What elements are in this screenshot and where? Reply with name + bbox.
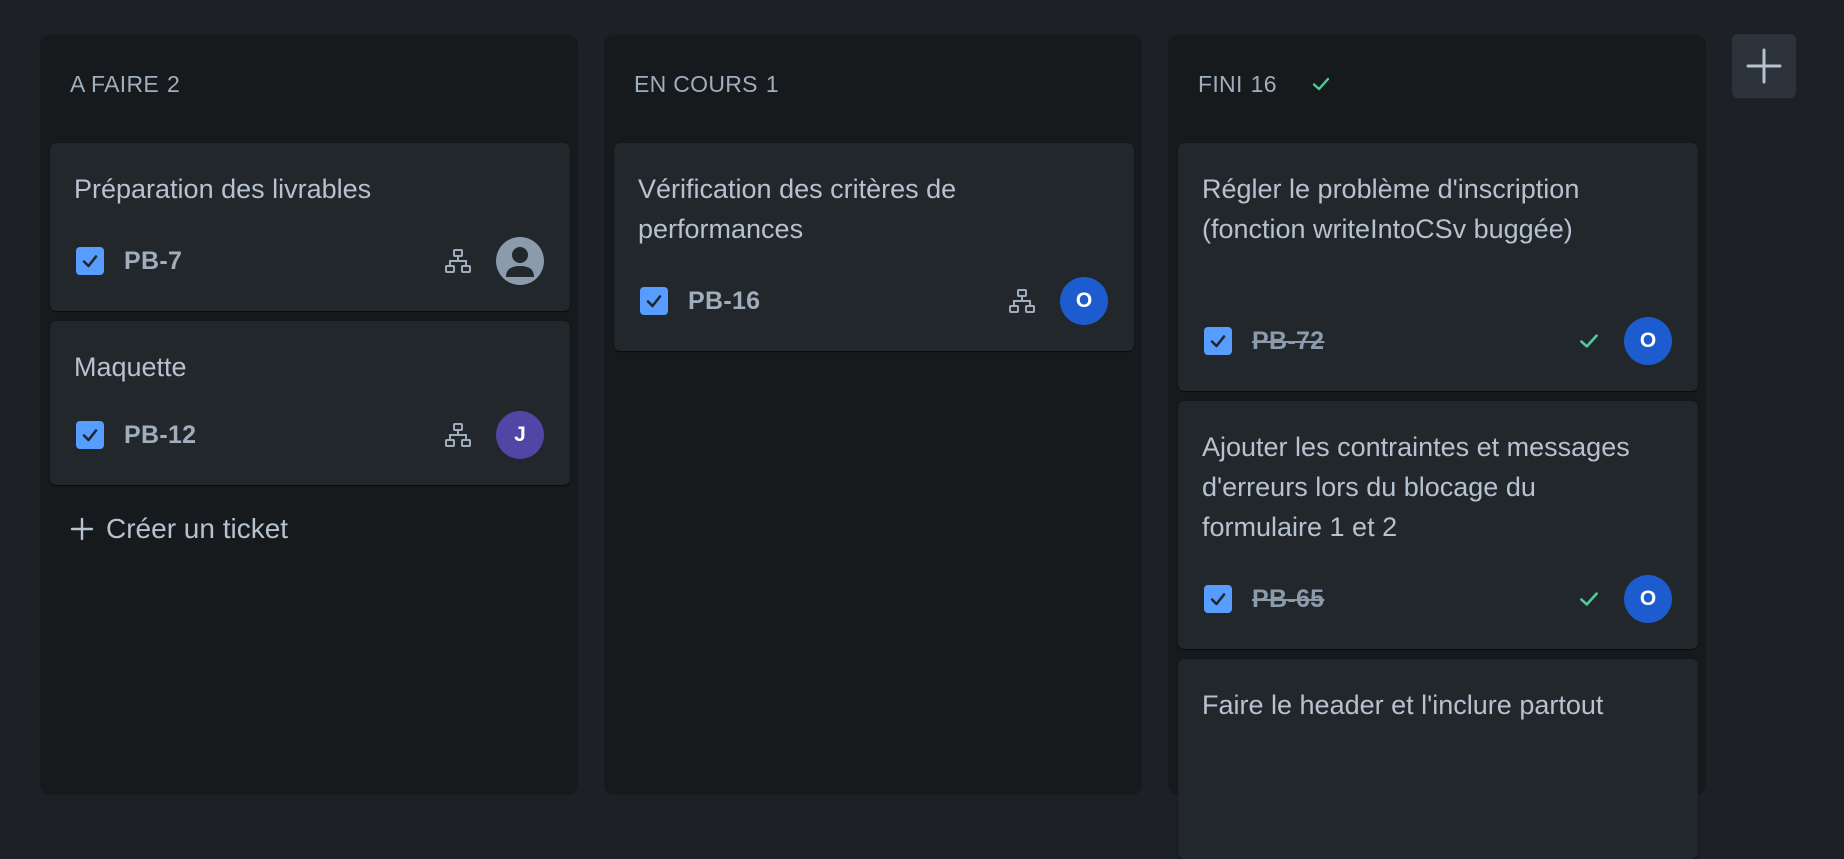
hierarchy-icon: [445, 249, 471, 273]
card-title: Faire le header et l'inclure partout: [1202, 690, 1604, 720]
column-done: FINI 16 Régler le problème d'inscription…: [1168, 35, 1706, 859]
board: A FAIRE 2 Préparation des livrables PB-7: [0, 0, 1844, 859]
card-footer: PB-7: [76, 237, 544, 285]
plus-icon: [70, 517, 94, 541]
card-pb-16[interactable]: Vérification des critères de performance…: [614, 143, 1134, 351]
card-title: Maquette: [74, 352, 187, 382]
create-ticket-label: Créer un ticket: [106, 513, 289, 544]
card-pb-72[interactable]: Régler le problème d'inscription (foncti…: [1178, 143, 1698, 391]
card-pb-65[interactable]: Ajouter les contraintes et messages d'er…: [1178, 401, 1698, 649]
column-in-progress: EN COURS 1 Vérification des critères de …: [604, 35, 1142, 795]
checkbox-checked-icon: [76, 247, 104, 275]
avatar[interactable]: O: [1624, 575, 1672, 623]
card-title: Vérification des critères de performance…: [638, 174, 957, 244]
plus-icon: [1746, 48, 1782, 84]
hierarchy-icon: [445, 423, 471, 447]
hierarchy-icon: [1009, 289, 1035, 313]
card-footer: PB-65 O: [1204, 575, 1672, 623]
column-count: 16: [1250, 70, 1277, 97]
create-ticket-button[interactable]: Créer un ticket: [68, 513, 288, 545]
card-footer: PB-16 O: [640, 277, 1108, 325]
ticket-key[interactable]: PB-65: [1252, 585, 1324, 614]
check-icon: [1580, 334, 1598, 348]
column-todo: A FAIRE 2 Préparation des livrables PB-7: [40, 35, 578, 795]
checkbox-checked-icon: [1204, 327, 1232, 355]
checkbox-checked-icon: [1204, 585, 1232, 613]
column-count: 1: [765, 70, 779, 97]
avatar[interactable]: O: [1624, 317, 1672, 365]
column-header-done: FINI 16: [1198, 69, 1333, 99]
avatar[interactable]: [496, 237, 544, 285]
card-title: Ajouter les contraintes et messages d'er…: [1202, 432, 1630, 542]
ticket-key[interactable]: PB-16: [688, 287, 760, 316]
card-pb-12[interactable]: Maquette PB-12 J: [50, 321, 570, 485]
checkbox-checked-icon: [640, 287, 668, 315]
column-count: 2: [167, 70, 181, 97]
avatar[interactable]: O: [1060, 277, 1108, 325]
column-title: EN COURS: [634, 70, 758, 97]
column-header-in-progress: EN COURS 1: [634, 69, 779, 99]
avatar[interactable]: J: [496, 411, 544, 459]
column-title: FINI: [1198, 70, 1243, 97]
ticket-key[interactable]: PB-7: [124, 247, 182, 276]
card-title: Régler le problème d'inscription (foncti…: [1202, 174, 1580, 244]
add-column-button[interactable]: [1732, 34, 1796, 98]
card-footer: PB-72 O: [1204, 317, 1672, 365]
card-footer: PB-12 J: [76, 411, 544, 459]
card-pb-7[interactable]: Préparation des livrables PB-7: [50, 143, 570, 311]
ticket-key[interactable]: PB-12: [124, 421, 196, 450]
check-icon: [1312, 77, 1330, 91]
card-title: Préparation des livrables: [74, 174, 372, 204]
column-header-todo: A FAIRE 2: [70, 69, 180, 99]
user-silhouette-icon: [506, 247, 534, 277]
checkbox-checked-icon: [76, 421, 104, 449]
check-icon: [1580, 592, 1598, 606]
ticket-key[interactable]: PB-72: [1252, 327, 1324, 356]
column-title: A FAIRE: [70, 70, 160, 97]
card-header-task[interactable]: Faire le header et l'inclure partout: [1178, 659, 1698, 859]
